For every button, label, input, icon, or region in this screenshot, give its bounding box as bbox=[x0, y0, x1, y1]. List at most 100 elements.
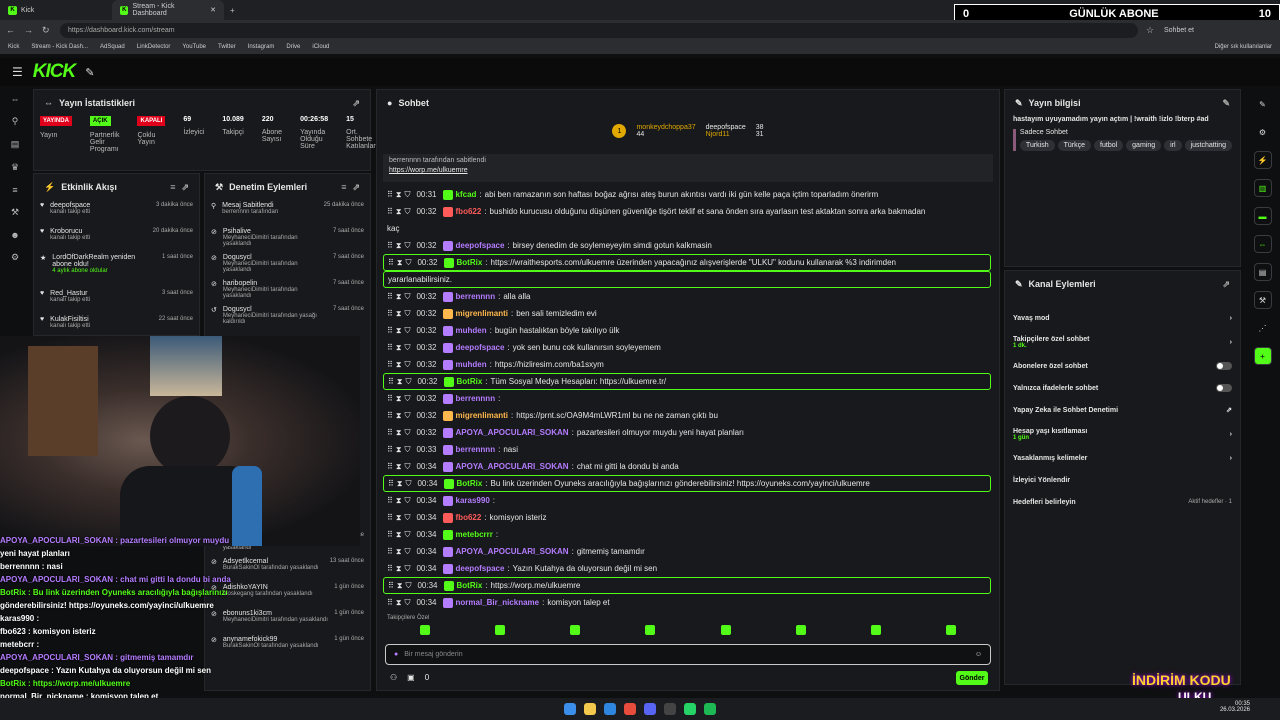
profile-button[interactable]: Sohbet et bbox=[1164, 27, 1194, 34]
bookmark[interactable]: iCloud bbox=[312, 44, 329, 50]
channel-row-emotes-only[interactable]: Yalnızca ifadelerle sohbet bbox=[1005, 377, 1240, 399]
bookmark[interactable]: AdSquad bbox=[100, 44, 125, 50]
send-button[interactable]: Gönder bbox=[956, 671, 988, 685]
emote-icon[interactable] bbox=[419, 625, 430, 635]
drag-icon[interactable]: ⠿ bbox=[387, 496, 393, 505]
edge-icon[interactable] bbox=[604, 703, 616, 715]
tools-icon[interactable]: ⚒ bbox=[1253, 291, 1272, 309]
drag-icon[interactable]: ⠿ bbox=[387, 462, 393, 471]
bookmark[interactable]: Stream - Kick Dash... bbox=[31, 44, 88, 50]
quick-action-icon[interactable]: ⚡ bbox=[1253, 151, 1272, 169]
message-username[interactable]: kfcad bbox=[456, 190, 477, 199]
tab-kick[interactable]: K Kick bbox=[0, 0, 112, 20]
emotes-only-toggle[interactable] bbox=[1216, 384, 1232, 392]
message-username[interactable]: fbo622 bbox=[456, 513, 482, 522]
message-username[interactable]: APOYA_APOCULARI_SOKAN bbox=[456, 462, 569, 471]
mic-icon[interactable]: ● bbox=[394, 651, 398, 658]
bookmark[interactable]: Instagram bbox=[248, 44, 275, 50]
timeout-icon[interactable]: ⧗ bbox=[396, 292, 402, 302]
drag-icon[interactable]: ⠿ bbox=[388, 479, 394, 488]
community-icon[interactable]: ☻ bbox=[10, 230, 19, 240]
channel-row-raid[interactable]: İzleyici Yönlendir bbox=[1005, 469, 1240, 491]
drag-icon[interactable]: ⠿ bbox=[387, 326, 393, 335]
message-username[interactable]: deepofspace bbox=[456, 564, 505, 573]
message-username[interactable]: berrennnn bbox=[456, 292, 496, 301]
pinned-link[interactable]: https://worp.me/ulkuemre bbox=[389, 167, 987, 174]
pencil-icon[interactable]: ✎ bbox=[1254, 95, 1272, 113]
bookmark[interactable]: Kick bbox=[8, 44, 19, 50]
reload-icon[interactable]: ↻ bbox=[42, 25, 52, 36]
message-username[interactable]: metebcrrr bbox=[456, 530, 493, 539]
drag-icon[interactable]: ⠿ bbox=[387, 343, 393, 352]
message-username[interactable]: muhden bbox=[456, 326, 487, 335]
drag-icon[interactable]: ⠿ bbox=[388, 258, 394, 267]
gear-icon[interactable]: ⚙ bbox=[1254, 123, 1272, 141]
clip-icon[interactable]: ▥ bbox=[1253, 179, 1272, 197]
timeout-icon[interactable]: ⧗ bbox=[396, 241, 402, 251]
drag-icon[interactable]: ⠿ bbox=[387, 309, 393, 318]
points-icon[interactable]: ▣ bbox=[407, 673, 415, 682]
drag-icon[interactable]: ⠿ bbox=[387, 445, 393, 454]
drag-icon[interactable]: ⠿ bbox=[387, 564, 393, 573]
message-username[interactable]: BotRix bbox=[457, 479, 483, 488]
drag-icon[interactable]: ⠿ bbox=[387, 530, 393, 539]
new-tab-icon[interactable]: + bbox=[224, 6, 235, 15]
timeout-icon[interactable]: ⧗ bbox=[396, 309, 402, 319]
message-username[interactable]: APOYA_APOCULARI_SOKAN bbox=[456, 547, 569, 556]
discord-icon[interactable] bbox=[644, 703, 656, 715]
drag-icon[interactable]: ⠿ bbox=[387, 513, 393, 522]
explorer-icon[interactable] bbox=[584, 703, 596, 715]
timeout-icon[interactable]: ⧗ bbox=[397, 479, 403, 489]
spotify-icon[interactable] bbox=[704, 703, 716, 715]
trophy-icon[interactable]: ♛ bbox=[11, 162, 19, 173]
menu-icon[interactable]: ☰ bbox=[12, 65, 23, 79]
emote-icon[interactable] bbox=[494, 625, 505, 635]
pin-icon[interactable]: ✎ bbox=[85, 66, 94, 79]
drag-icon[interactable]: ⠿ bbox=[387, 547, 393, 556]
timeout-icon[interactable]: ⧗ bbox=[397, 581, 403, 591]
start-icon[interactable] bbox=[564, 703, 576, 715]
chrome-icon[interactable] bbox=[624, 703, 636, 715]
timeout-icon[interactable]: ⧗ bbox=[396, 598, 402, 608]
settings-icon[interactable]: ⚙ bbox=[11, 252, 19, 263]
subs-only-toggle[interactable] bbox=[1216, 362, 1232, 370]
timeout-icon[interactable]: ⧗ bbox=[396, 530, 402, 540]
drag-icon[interactable]: ⠿ bbox=[387, 190, 393, 199]
bookmark[interactable]: YouTube bbox=[182, 44, 206, 50]
timeout-icon[interactable]: ⧗ bbox=[396, 190, 402, 200]
drag-icon[interactable]: ⠿ bbox=[387, 428, 393, 437]
whatsapp-icon[interactable] bbox=[684, 703, 696, 715]
drag-icon[interactable]: ⠿ bbox=[387, 241, 393, 250]
steam-icon[interactable] bbox=[664, 703, 676, 715]
filter-icon[interactable]: ≡ bbox=[170, 182, 175, 192]
filter-icon[interactable]: ≡ bbox=[341, 182, 346, 192]
list-icon[interactable]: ≡ bbox=[12, 185, 17, 195]
bookmark[interactable]: Twitter bbox=[218, 44, 236, 50]
channel-row-goals[interactable]: Hedefleri belirleyin Aktif hedefler · 1 bbox=[1005, 491, 1240, 513]
back-icon[interactable]: ← bbox=[6, 25, 16, 35]
kick-logo[interactable]: KICK bbox=[33, 61, 76, 83]
timeout-icon[interactable]: ⧗ bbox=[396, 496, 402, 506]
channel-row-account-age[interactable]: Hesap yaşı kısıtlaması 1 gün › bbox=[1005, 421, 1240, 447]
timeout-icon[interactable]: ⧗ bbox=[396, 462, 402, 472]
chat-input[interactable]: ● Bir mesaj gönderin ☺ bbox=[385, 644, 991, 665]
forward-icon[interactable]: → bbox=[24, 25, 34, 35]
stream-icon[interactable]: ⇔ bbox=[11, 94, 20, 104]
message-username[interactable]: karas990 bbox=[456, 496, 490, 505]
timeout-icon[interactable]: ⧗ bbox=[396, 411, 402, 421]
poll-icon[interactable]: ▤ bbox=[1253, 263, 1272, 281]
timeout-icon[interactable]: ⧗ bbox=[397, 377, 403, 387]
bookmark[interactable]: LinkDetector bbox=[137, 44, 171, 50]
message-username[interactable]: migrenlimanti bbox=[456, 411, 508, 420]
message-username[interactable]: deepofspace bbox=[456, 343, 505, 352]
close-tab-icon[interactable]: ✕ bbox=[210, 6, 216, 14]
timeout-icon[interactable]: ⧗ bbox=[396, 343, 402, 353]
link-icon[interactable]: ⚲ bbox=[12, 116, 19, 127]
content-icon[interactable]: ▤ bbox=[11, 139, 20, 150]
drag-icon[interactable]: ⠿ bbox=[387, 292, 393, 301]
message-username[interactable]: BotRix bbox=[457, 258, 483, 267]
timeout-icon[interactable]: ⧗ bbox=[397, 258, 403, 268]
timeout-icon[interactable]: ⧗ bbox=[396, 513, 402, 523]
share-icon[interactable]: ⋰ bbox=[1254, 319, 1272, 337]
channel-row-subs-only[interactable]: Abonelere özel sohbet bbox=[1005, 355, 1240, 377]
